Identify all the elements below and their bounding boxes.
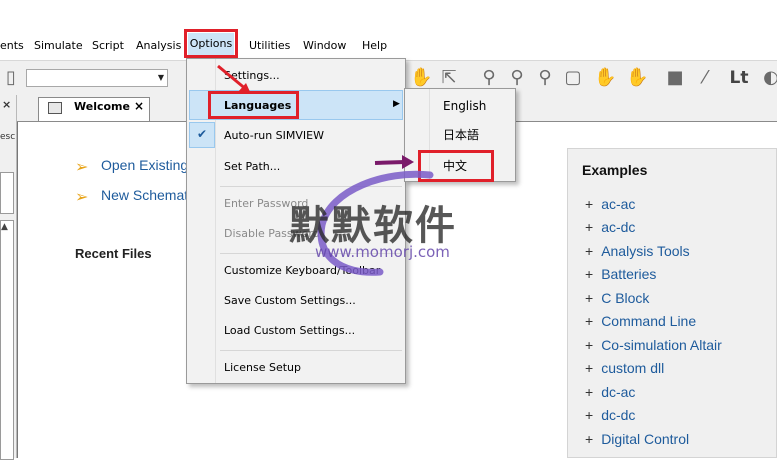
example-item[interactable]: + ac-ac (585, 196, 635, 212)
menu-events[interactable]: ents (0, 37, 24, 55)
example-item[interactable]: + Co-simulation Altair (585, 337, 722, 353)
example-label: custom dll (601, 360, 665, 376)
plus-icon: + (585, 407, 594, 423)
example-label: Analysis Tools (601, 243, 690, 259)
scale-icon[interactable]: ⁄ (694, 67, 716, 89)
open-file-icon: ➢ (75, 157, 89, 176)
block-icon[interactable]: ■ (664, 67, 686, 89)
language-english[interactable]: English (443, 99, 486, 113)
plus-icon: + (585, 360, 594, 376)
zoom-out-icon[interactable]: ⚲ (534, 67, 556, 89)
page-icon[interactable]: ▢ (562, 67, 584, 89)
example-label: Batteries (601, 266, 657, 282)
lt-button[interactable]: Lt (726, 67, 752, 89)
tab-close-icon[interactable]: × (134, 99, 144, 113)
example-label: ac-dc (601, 219, 636, 235)
open-existing-link[interactable]: Open Existing (101, 157, 188, 173)
chinese-highlight-box (418, 150, 494, 182)
left-panel-tree[interactable] (0, 220, 14, 460)
example-label: dc-ac (601, 384, 636, 400)
plus-icon: + (585, 219, 594, 235)
plus-icon: + (585, 384, 594, 400)
menu-item-customize-keyboard[interactable]: Customize Keyboard/Toolbar (224, 264, 380, 277)
settings-icon[interactable]: ◐ (760, 67, 777, 89)
menu-script[interactable]: Script (92, 37, 124, 55)
example-item[interactable]: + Analysis Tools (585, 243, 690, 259)
plus-icon: + (585, 290, 594, 306)
menu-help[interactable]: Help (362, 37, 387, 55)
zoom-in-icon[interactable]: ⚲ (506, 67, 528, 89)
example-item[interactable]: + Command Line (585, 313, 696, 329)
menu-utilities[interactable]: Utilities (249, 37, 290, 55)
check-icon: ✔ (197, 127, 208, 141)
language-japanese[interactable]: 日本語 (443, 126, 479, 143)
left-panel-box[interactable] (0, 172, 14, 214)
example-label: ac-ac (601, 196, 636, 212)
examples-title: Examples (582, 162, 648, 178)
left-panel-desc: esc (0, 132, 16, 142)
file-icon[interactable]: ▯ (0, 67, 22, 89)
example-item[interactable]: + C Block (585, 290, 649, 306)
plus-icon: + (585, 266, 594, 282)
example-label: Co-simulation Altair (601, 337, 722, 353)
probe-icon[interactable]: ✋ (594, 67, 616, 89)
options-highlight-box (184, 29, 238, 58)
example-item[interactable]: + dc-ac (585, 384, 635, 400)
example-label: dc-dc (601, 407, 636, 423)
menu-window[interactable]: Window (303, 37, 346, 55)
menu-item-set-path[interactable]: Set Path... (224, 160, 280, 173)
menu-simulate[interactable]: Simulate (34, 37, 83, 55)
toolbar-combo[interactable] (26, 69, 168, 87)
left-panel-close-icon[interactable]: × (2, 98, 11, 111)
menu-item-save-custom-settings[interactable]: Save Custom Settings... (224, 294, 356, 307)
menu-analysis[interactable]: Analysis (136, 37, 181, 55)
chevron-up-icon[interactable]: ▲ (1, 222, 8, 232)
chevron-down-icon[interactable]: ▼ (156, 73, 166, 83)
languages-highlight-box (208, 91, 299, 119)
example-item[interactable]: + Digital Control (585, 431, 689, 447)
zoom-icon[interactable]: ⚲ (478, 67, 500, 89)
tab-welcome-label: Welcome (74, 100, 130, 113)
plus-icon: + (585, 196, 594, 212)
plus-icon: + (585, 243, 594, 259)
example-item[interactable]: + ac-dc (585, 219, 635, 235)
pointer-icon[interactable]: ⇱ (438, 67, 460, 89)
new-schematic-icon: ➢ (75, 187, 89, 206)
example-label: C Block (601, 290, 650, 306)
menu-separator (220, 350, 402, 351)
hand-icon[interactable]: ✋ (410, 67, 432, 89)
example-item[interactable]: + Batteries (585, 266, 656, 282)
probe2-icon[interactable]: ✋ (626, 67, 648, 89)
menu-item-license-setup[interactable]: License Setup (224, 361, 301, 374)
menu-item-settings[interactable]: Settings... (224, 69, 280, 82)
example-label: Digital Control (601, 431, 690, 447)
plus-icon: + (585, 313, 594, 329)
example-item[interactable]: + custom dll (585, 360, 664, 376)
watermark-url: www.momorj.com (315, 243, 450, 261)
plus-icon: + (585, 431, 594, 447)
menu-item-autorun-simview[interactable]: Auto-run SIMVIEW (224, 129, 324, 142)
new-schematic-link[interactable]: New Schemat (101, 187, 188, 203)
window-icon (48, 102, 62, 114)
recent-files-title: Recent Files (75, 246, 152, 261)
example-item[interactable]: + dc-dc (585, 407, 635, 423)
menu-item-load-custom-settings[interactable]: Load Custom Settings... (224, 324, 355, 337)
example-label: Command Line (601, 313, 697, 329)
plus-icon: + (585, 337, 594, 353)
menu-separator (220, 186, 402, 187)
submenu-arrow-icon: ▶ (393, 99, 400, 109)
menu-bar: ents Simulate Script Analysis Utilities … (0, 33, 777, 57)
